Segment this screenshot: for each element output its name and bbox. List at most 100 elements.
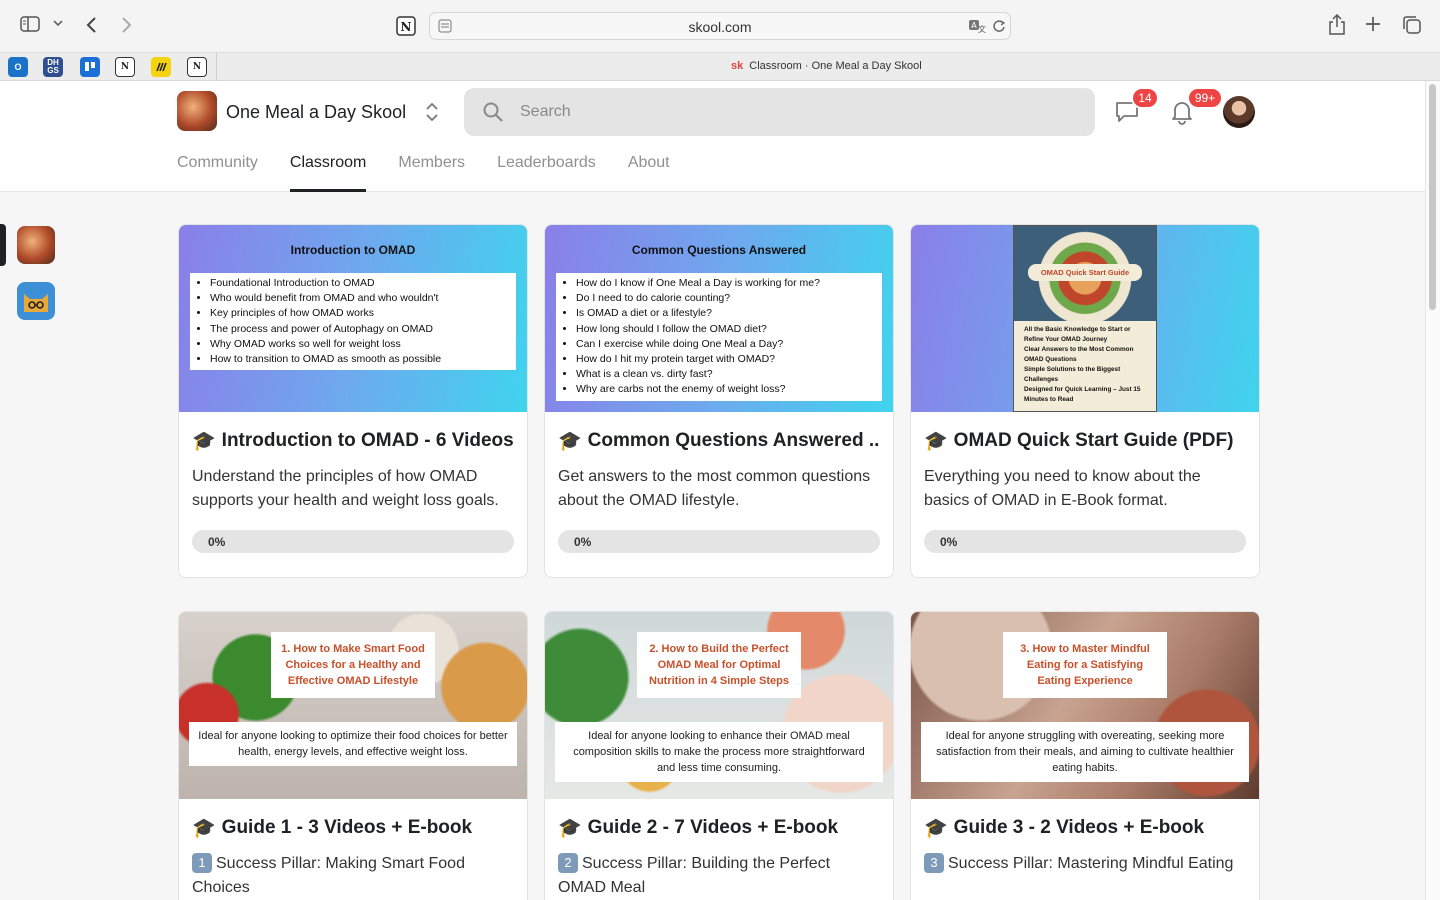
course-card[interactable]: OMAD Quick Start Guide All the Basic Kno… (910, 224, 1260, 578)
course-description-text: Success Pillar: Building the Perfect OMA… (558, 855, 831, 896)
graduation-cap-icon: 🎓 (192, 431, 216, 452)
course-title-text: Guide 2 - 7 Videos + E-book (587, 817, 839, 838)
outlook-icon[interactable]: O (8, 57, 28, 77)
course-thumbnail: OMAD Quick Start Guide All the Basic Kno… (911, 225, 1259, 412)
tab-overview-icon[interactable] (1402, 15, 1422, 35)
graduation-cap-icon: 🎓 (192, 818, 216, 839)
thumbnail-bullet: Can I exercise while doing One Meal a Da… (576, 337, 874, 352)
thumbnail-title: Common Questions Answered (631, 243, 807, 257)
thumbnail-bullet: Why OMAD works so well for weight loss (210, 337, 508, 352)
course-description: Understand the principles of how OMAD su… (192, 468, 499, 509)
browser-toolbar: N skool.com A文 (0, 0, 1440, 52)
course-card[interactable]: Common Questions Answered How do I know … (544, 224, 894, 578)
thumbnail-title: 3. How to Master Mindful Eating for a Sa… (1003, 632, 1167, 698)
course-card[interactable]: 1. How to Make Smart Food Choices for a … (178, 611, 528, 900)
progress-label: 0% (940, 535, 958, 549)
ebook-cover-title: OMAD Quick Start Guide (1028, 264, 1142, 281)
thumbnail-bullet: How do I know if One Meal a Day is worki… (576, 276, 874, 291)
new-tab-icon[interactable] (1365, 16, 1381, 32)
tab-members[interactable]: Members (398, 152, 465, 192)
reload-icon[interactable] (992, 19, 1006, 33)
course-title[interactable]: 🎓 OMAD Quick Start Guide (PDF) (924, 429, 1246, 453)
dhgs-icon[interactable]: DH GS (43, 57, 63, 77)
thumbnail-description: Ideal for anyone looking to enhance thei… (555, 722, 883, 782)
thumbnail-bullet: Key principles of how OMAD works (210, 306, 508, 321)
course-title[interactable]: 🎓 Introduction to OMAD - 6 Videos (192, 429, 514, 453)
address-bar[interactable]: skool.com A文 (429, 12, 1011, 40)
rail-group-omad[interactable] (17, 226, 55, 264)
course-title-text: Guide 1 - 3 Videos + E-book (221, 817, 473, 838)
number-3-icon: 3 (924, 853, 944, 873)
svg-text:文: 文 (978, 24, 986, 33)
graduation-cap-icon: 🎓 (924, 818, 948, 839)
thumbnail-bullet: How do I hit my protein target with OMAD… (576, 352, 874, 367)
course-thumbnail: 3. How to Master Mindful Eating for a Sa… (911, 612, 1259, 799)
sidebar-toggle-icon[interactable] (20, 16, 40, 32)
thumbnail-bullet: What is a clean vs. dirty fast? (576, 367, 874, 382)
share-icon[interactable] (1328, 14, 1346, 36)
course-description-text: Success Pillar: Making Smart Food Choice… (192, 855, 465, 896)
favorites-bar: O DH GS N N sk Classroom · One Meal a Day… (0, 52, 1440, 82)
course-card[interactable]: Introduction to OMAD Foundational Introd… (178, 224, 528, 578)
main-nav: Community Classroom Members Leaderboards… (177, 152, 670, 192)
translate-icon[interactable]: A文 (968, 19, 986, 33)
thumbnail-description: Ideal for anyone struggling with overeat… (921, 722, 1249, 782)
thumbnail-bullets: How do I know if One Meal a Day is worki… (556, 273, 882, 401)
thumbnail-bullet: The process and power of Autophagy on OM… (210, 322, 508, 337)
ebook-list-item: All the Basic Knowledge to Start or Refi… (1024, 326, 1131, 343)
course-description: 1 Success Pillar: Making Smart Food Choic… (192, 852, 514, 900)
ebook-cover-list: All the Basic Knowledge to Start or Refi… (1024, 325, 1150, 405)
skool-favicon-icon: sk (731, 60, 744, 72)
tab-leaderboards[interactable]: Leaderboards (497, 152, 596, 192)
active-tab[interactable]: sk Classroom · One Meal a Day Skool (731, 60, 922, 72)
back-icon[interactable] (85, 16, 97, 34)
rail-active-indicator (0, 224, 6, 266)
course-title[interactable]: 🎓 Common Questions Answered ... (558, 429, 880, 453)
course-thumbnail: 1. How to Make Smart Food Choices for a … (179, 612, 527, 799)
favorites-divider (216, 53, 217, 82)
svg-text:N: N (401, 20, 412, 34)
thumbnail-bullet: How to transition to OMAD as smooth as p… (210, 352, 508, 367)
course-card[interactable]: 2. How to Build the Perfect OMAD Meal fo… (544, 611, 894, 900)
course-title[interactable]: 🎓 Guide 1 - 3 Videos + E-book (192, 816, 514, 840)
notion-icon[interactable]: N (187, 57, 207, 77)
course-thumbnail: Introduction to OMAD Foundational Introd… (179, 225, 527, 412)
miro-icon[interactable] (151, 57, 171, 77)
course-description: 2 Success Pillar: Building the Perfect OM… (558, 852, 880, 900)
number-1-icon: 1 (192, 853, 212, 873)
user-avatar[interactable] (1223, 96, 1255, 128)
search-placeholder: Search (520, 103, 571, 120)
thumbnail-title: 2. How to Build the Perfect OMAD Meal fo… (637, 632, 801, 698)
course-title[interactable]: 🎓 Guide 3 - 2 Videos + E-book (924, 816, 1246, 840)
notion-extension-icon[interactable]: N (396, 16, 416, 36)
course-card[interactable]: 3. How to Master Mindful Eating for a Sa… (910, 611, 1260, 900)
forward-icon[interactable] (121, 16, 133, 34)
scrollbar-thumb[interactable] (1429, 84, 1436, 310)
group-logo[interactable] (177, 91, 217, 131)
rail-group-cat-icon[interactable] (17, 282, 55, 320)
course-thumbnail: Common Questions Answered How do I know … (545, 225, 893, 412)
tab-community[interactable]: Community (177, 152, 258, 192)
progress-bar: 0% (924, 530, 1246, 553)
course-description-text: Success Pillar: Mastering Mindful Eating (948, 855, 1234, 872)
notion-icon[interactable]: N (115, 57, 135, 77)
chevron-down-icon[interactable] (53, 19, 63, 27)
group-switcher-icon[interactable] (424, 101, 440, 123)
trello-icon[interactable] (80, 57, 100, 77)
thumbnail-title: 1. How to Make Smart Food Choices for a … (271, 632, 435, 698)
group-name[interactable]: One Meal a Day Skool (226, 102, 406, 123)
thumbnail-title: Introduction to OMAD (290, 243, 416, 257)
course-title-text: OMAD Quick Start Guide (PDF) (953, 430, 1234, 451)
tab-about[interactable]: About (628, 152, 670, 192)
tab-title-text: Classroom · One Meal a Day Skool (749, 60, 922, 72)
search-icon (483, 102, 503, 122)
course-description: Everything you need to know about the ba… (924, 468, 1201, 509)
thumbnail-bullet: How long should I follow the OMAD diet? (576, 322, 874, 337)
search-input[interactable]: Search (464, 88, 1095, 136)
progress-bar: 0% (192, 530, 514, 553)
course-title[interactable]: 🎓 Guide 2 - 7 Videos + E-book (558, 816, 880, 840)
thumbnail-bullet: Why are carbs not the enemy of weight lo… (576, 382, 874, 397)
course-thumbnail: 2. How to Build the Perfect OMAD Meal fo… (545, 612, 893, 799)
thumbnail-bullet: Foundational Introduction to OMAD (210, 276, 508, 291)
tab-classroom[interactable]: Classroom (289, 152, 367, 192)
